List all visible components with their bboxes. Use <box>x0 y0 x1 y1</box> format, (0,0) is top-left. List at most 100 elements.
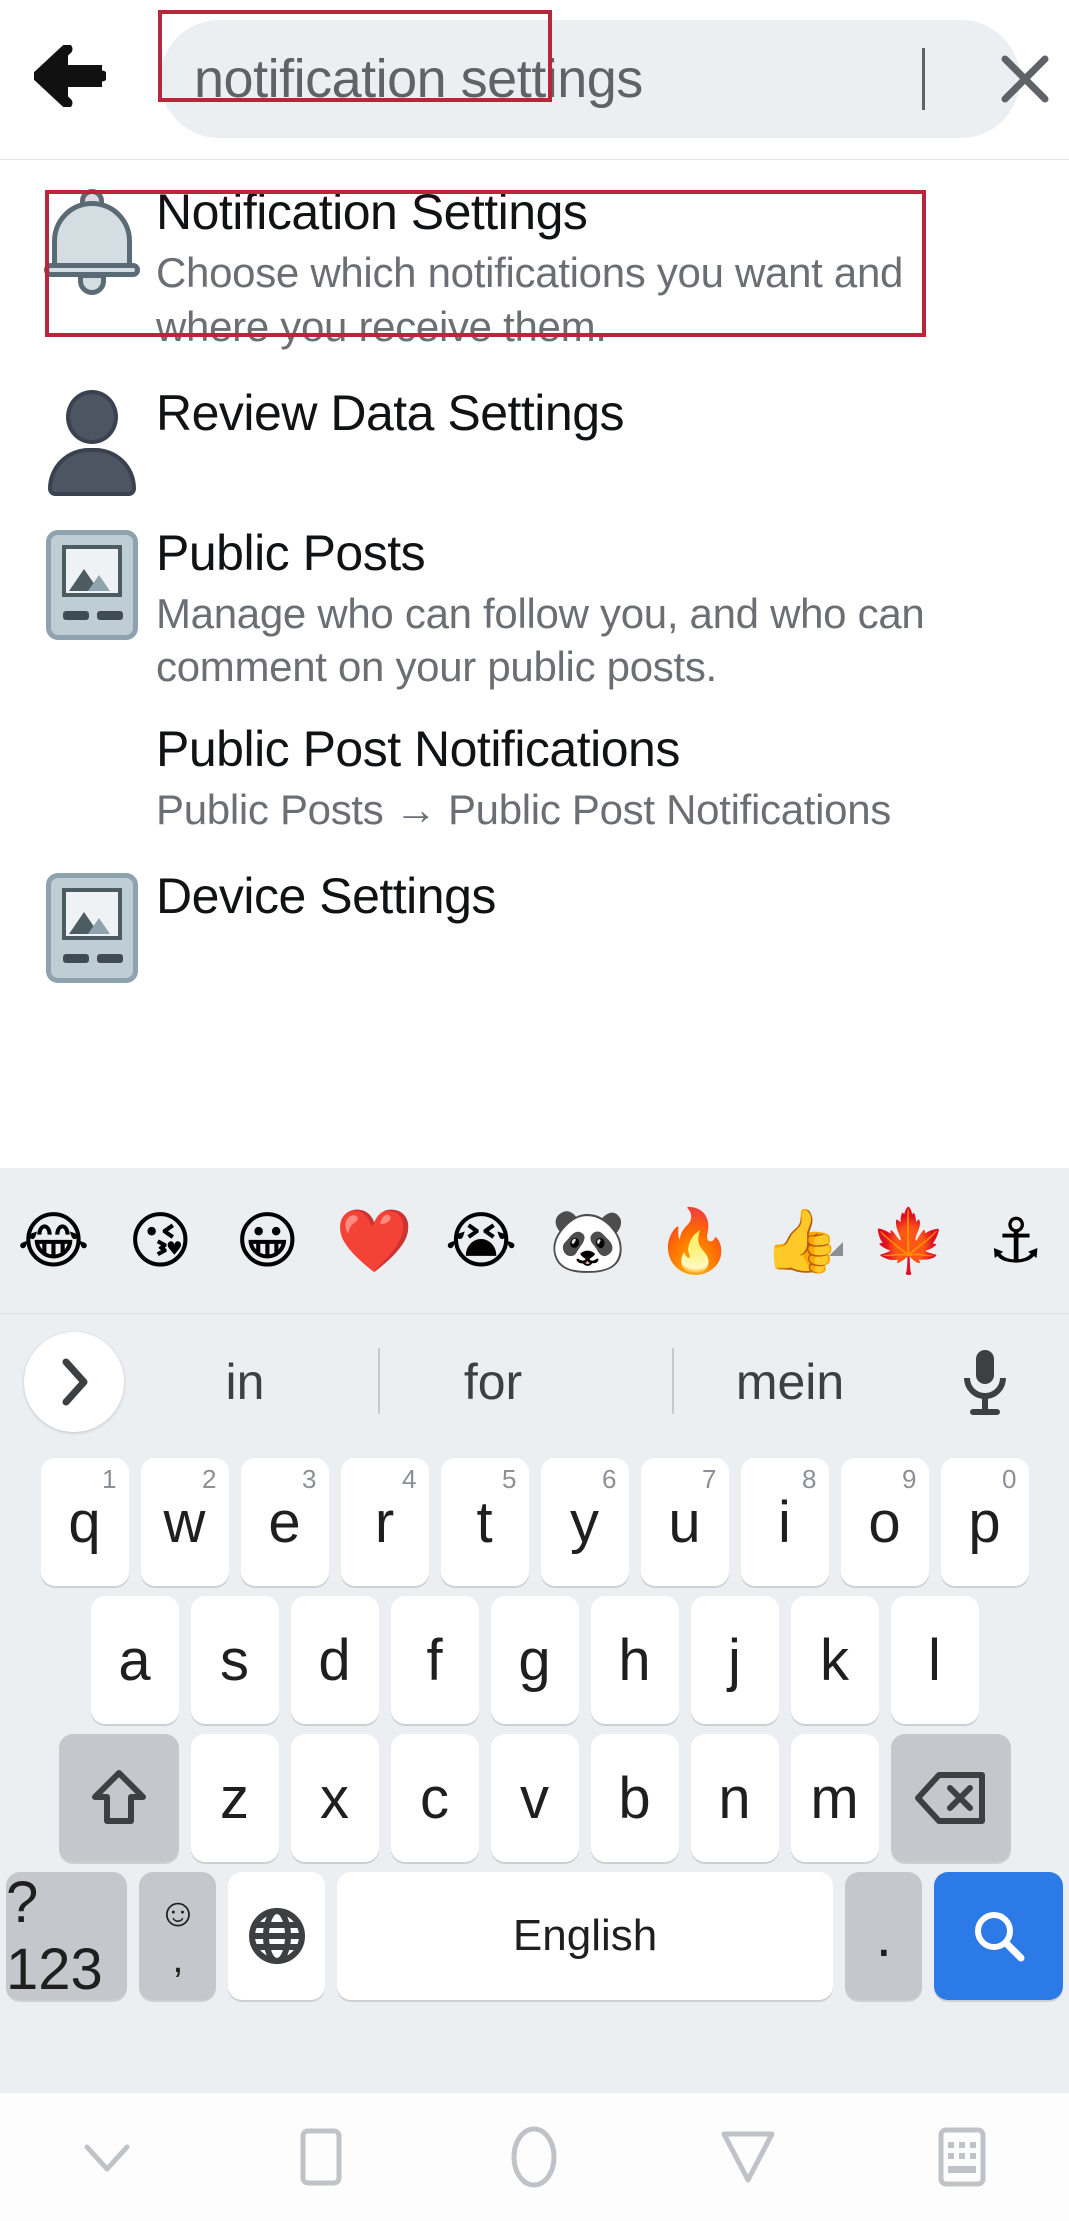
symbols-key[interactable]: ?123 <box>6 1872 127 2000</box>
keyboard-row-4: ?123 ☺ , English . <box>0 1872 1069 2000</box>
hide-keyboard-button[interactable] <box>0 2137 214 2177</box>
emoji-key[interactable]: 😂 <box>0 1210 107 1272</box>
key-x[interactable]: x <box>291 1734 379 1862</box>
key-c[interactable]: c <box>391 1734 479 1862</box>
result-text-block: Public Posts Manage who can follow you, … <box>156 524 1045 695</box>
emoji-key[interactable]: ❤️ <box>321 1210 428 1272</box>
back-button[interactable] <box>641 2128 855 2186</box>
clear-search-button[interactable] <box>970 46 1069 112</box>
voice-input-button[interactable] <box>935 1332 1035 1432</box>
key-h[interactable]: h <box>591 1596 679 1724</box>
result-title: Device Settings <box>156 867 1025 926</box>
key-d[interactable]: d <box>291 1596 379 1724</box>
suggestion-divider <box>672 1348 674 1414</box>
key-b[interactable]: b <box>591 1734 679 1862</box>
keyboard-row-2: a s d f g h j k l <box>0 1596 1069 1724</box>
bell-icon <box>28 183 156 293</box>
result-title: Public Post Notifications <box>156 720 1025 779</box>
keyboard-row-3: z x c v b n m <box>0 1734 1069 1862</box>
key-n[interactable]: n <box>691 1734 779 1862</box>
key-l[interactable]: l <box>891 1596 979 1724</box>
result-item-notification-settings[interactable]: Notification Settings Choose which notif… <box>0 183 1069 354</box>
search-input[interactable]: notification settings <box>194 48 643 110</box>
result-item-public-post-notifications[interactable]: Public Post Notifications Public Posts →… <box>0 720 1069 837</box>
key-p[interactable]: 0 p <box>941 1458 1029 1586</box>
arrow-left-glyph <box>34 45 106 107</box>
emoji-key[interactable]: 😀 <box>214 1210 321 1272</box>
key-w[interactable]: 2 w <box>141 1458 229 1586</box>
emoji-comma-key[interactable]: ☺ , <box>139 1872 216 2000</box>
result-title: Public Posts <box>156 524 1025 583</box>
key-r[interactable]: 4 r <box>341 1458 429 1586</box>
key-label: o <box>868 1489 900 1556</box>
search-field[interactable]: notification settings <box>160 20 1020 138</box>
result-text-block: Public Post Notifications Public Posts →… <box>156 720 1045 837</box>
result-title: Notification Settings <box>156 183 1025 242</box>
key-label: r <box>375 1489 394 1556</box>
key-label: q <box>68 1489 100 1556</box>
suggestion-3[interactable]: mein <box>690 1314 890 1449</box>
result-text-block: Device Settings <box>156 867 1045 926</box>
emoji-key-thumbsup[interactable]: 👍 <box>748 1210 855 1272</box>
shift-icon <box>90 1767 148 1829</box>
home-button[interactable] <box>428 2124 642 2190</box>
globe-icon <box>248 1907 306 1965</box>
chevron-down-icon <box>79 2137 135 2177</box>
key-label: t <box>476 1489 492 1556</box>
emoji-key[interactable]: 😭 <box>428 1210 535 1272</box>
key-s[interactable]: s <box>191 1596 279 1724</box>
key-e[interactable]: 3 e <box>241 1458 329 1586</box>
key-t[interactable]: 5 t <box>441 1458 529 1586</box>
key-a[interactable]: a <box>91 1596 179 1724</box>
key-number: 1 <box>102 1464 116 1495</box>
comma-label: , <box>172 1939 183 1979</box>
emoji-key[interactable]: 🍁 <box>855 1210 962 1272</box>
key-number: 4 <box>402 1464 416 1495</box>
key-k[interactable]: k <box>791 1596 879 1724</box>
key-v[interactable]: v <box>491 1734 579 1862</box>
period-key[interactable]: . <box>845 1872 922 2000</box>
language-switch-key[interactable] <box>228 1872 324 2000</box>
key-number: 0 <box>1002 1464 1016 1495</box>
emoji-key[interactable]: 🐼 <box>535 1210 642 1272</box>
keyboard-switcher-button[interactable] <box>855 2126 1069 2188</box>
key-m[interactable]: m <box>791 1734 879 1862</box>
circle-icon <box>508 2124 560 2190</box>
triangle-down-icon <box>718 2128 778 2186</box>
no-icon-placeholder <box>28 720 156 726</box>
photo-card-icon <box>28 867 156 983</box>
key-z[interactable]: z <box>191 1734 279 1862</box>
suggestion-1[interactable]: in <box>150 1314 340 1449</box>
chevron-right-icon <box>52 1354 96 1410</box>
shift-key[interactable] <box>59 1734 179 1862</box>
result-item-review-data-settings[interactable]: Review Data Settings <box>0 384 1069 496</box>
backspace-key[interactable] <box>891 1734 1011 1862</box>
search-header: notification settings <box>0 0 1069 160</box>
emoji-key[interactable]: 🔥 <box>641 1210 748 1272</box>
space-key[interactable]: English <box>337 1872 833 2000</box>
result-item-public-posts[interactable]: Public Posts Manage who can follow you, … <box>0 524 1069 695</box>
key-label: u <box>668 1489 700 1556</box>
key-number: 5 <box>502 1464 516 1495</box>
emoji-key[interactable]: 😘 <box>107 1210 214 1272</box>
emoji-key[interactable]: ⚓ <box>962 1210 1069 1272</box>
key-o[interactable]: 9 o <box>841 1458 929 1586</box>
square-icon <box>297 2126 345 2188</box>
key-u[interactable]: 7 u <box>641 1458 729 1586</box>
search-submit-key[interactable] <box>934 1872 1063 2000</box>
key-i[interactable]: 8 i <box>741 1458 829 1586</box>
key-label: y <box>570 1489 599 1556</box>
key-y[interactable]: 6 y <box>541 1458 629 1586</box>
key-q[interactable]: 1 q <box>41 1458 129 1586</box>
key-number: 6 <box>602 1464 616 1495</box>
result-title: Review Data Settings <box>156 384 1025 443</box>
recents-button[interactable] <box>214 2126 428 2188</box>
key-g[interactable]: g <box>491 1596 579 1724</box>
expand-suggestions-button[interactable] <box>24 1332 124 1432</box>
back-arrow-icon[interactable] <box>22 28 118 124</box>
result-breadcrumb: Public Posts → Public Post Notifications <box>156 783 1025 837</box>
result-item-device-settings[interactable]: Device Settings <box>0 867 1069 983</box>
key-j[interactable]: j <box>691 1596 779 1724</box>
suggestion-2[interactable]: for <box>398 1314 588 1449</box>
key-f[interactable]: f <box>391 1596 479 1724</box>
